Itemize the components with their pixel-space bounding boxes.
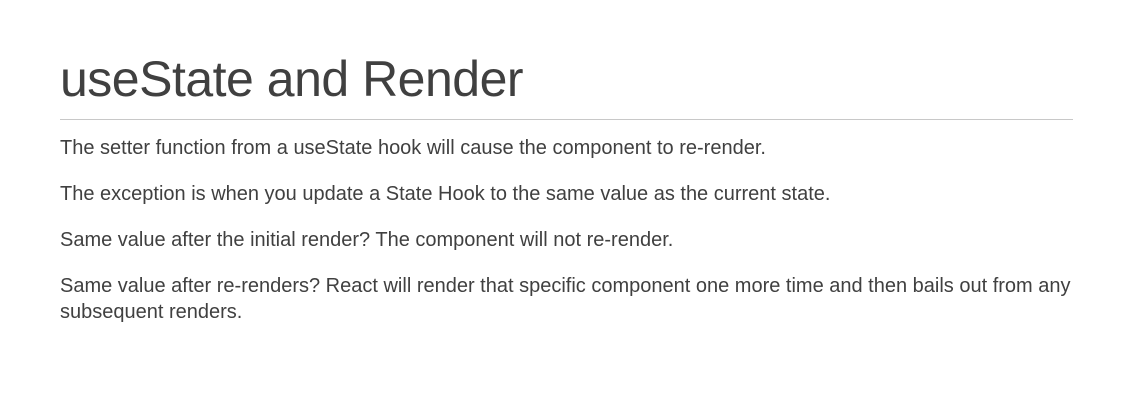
slide-body: The setter function from a useState hook… (60, 135, 1080, 345)
title-divider (60, 119, 1073, 120)
body-paragraph-1: The setter function from a useState hook… (60, 137, 766, 159)
body-paragraph-4: Same value after re-renders? React will … (60, 275, 1071, 323)
body-paragraph-3: Same value after the initial render? The… (60, 229, 674, 251)
slide: useState and Render The setter function … (0, 0, 1142, 420)
slide-title: useState and Render (60, 51, 524, 107)
body-paragraph-2: The exception is when you update a State… (60, 183, 831, 205)
